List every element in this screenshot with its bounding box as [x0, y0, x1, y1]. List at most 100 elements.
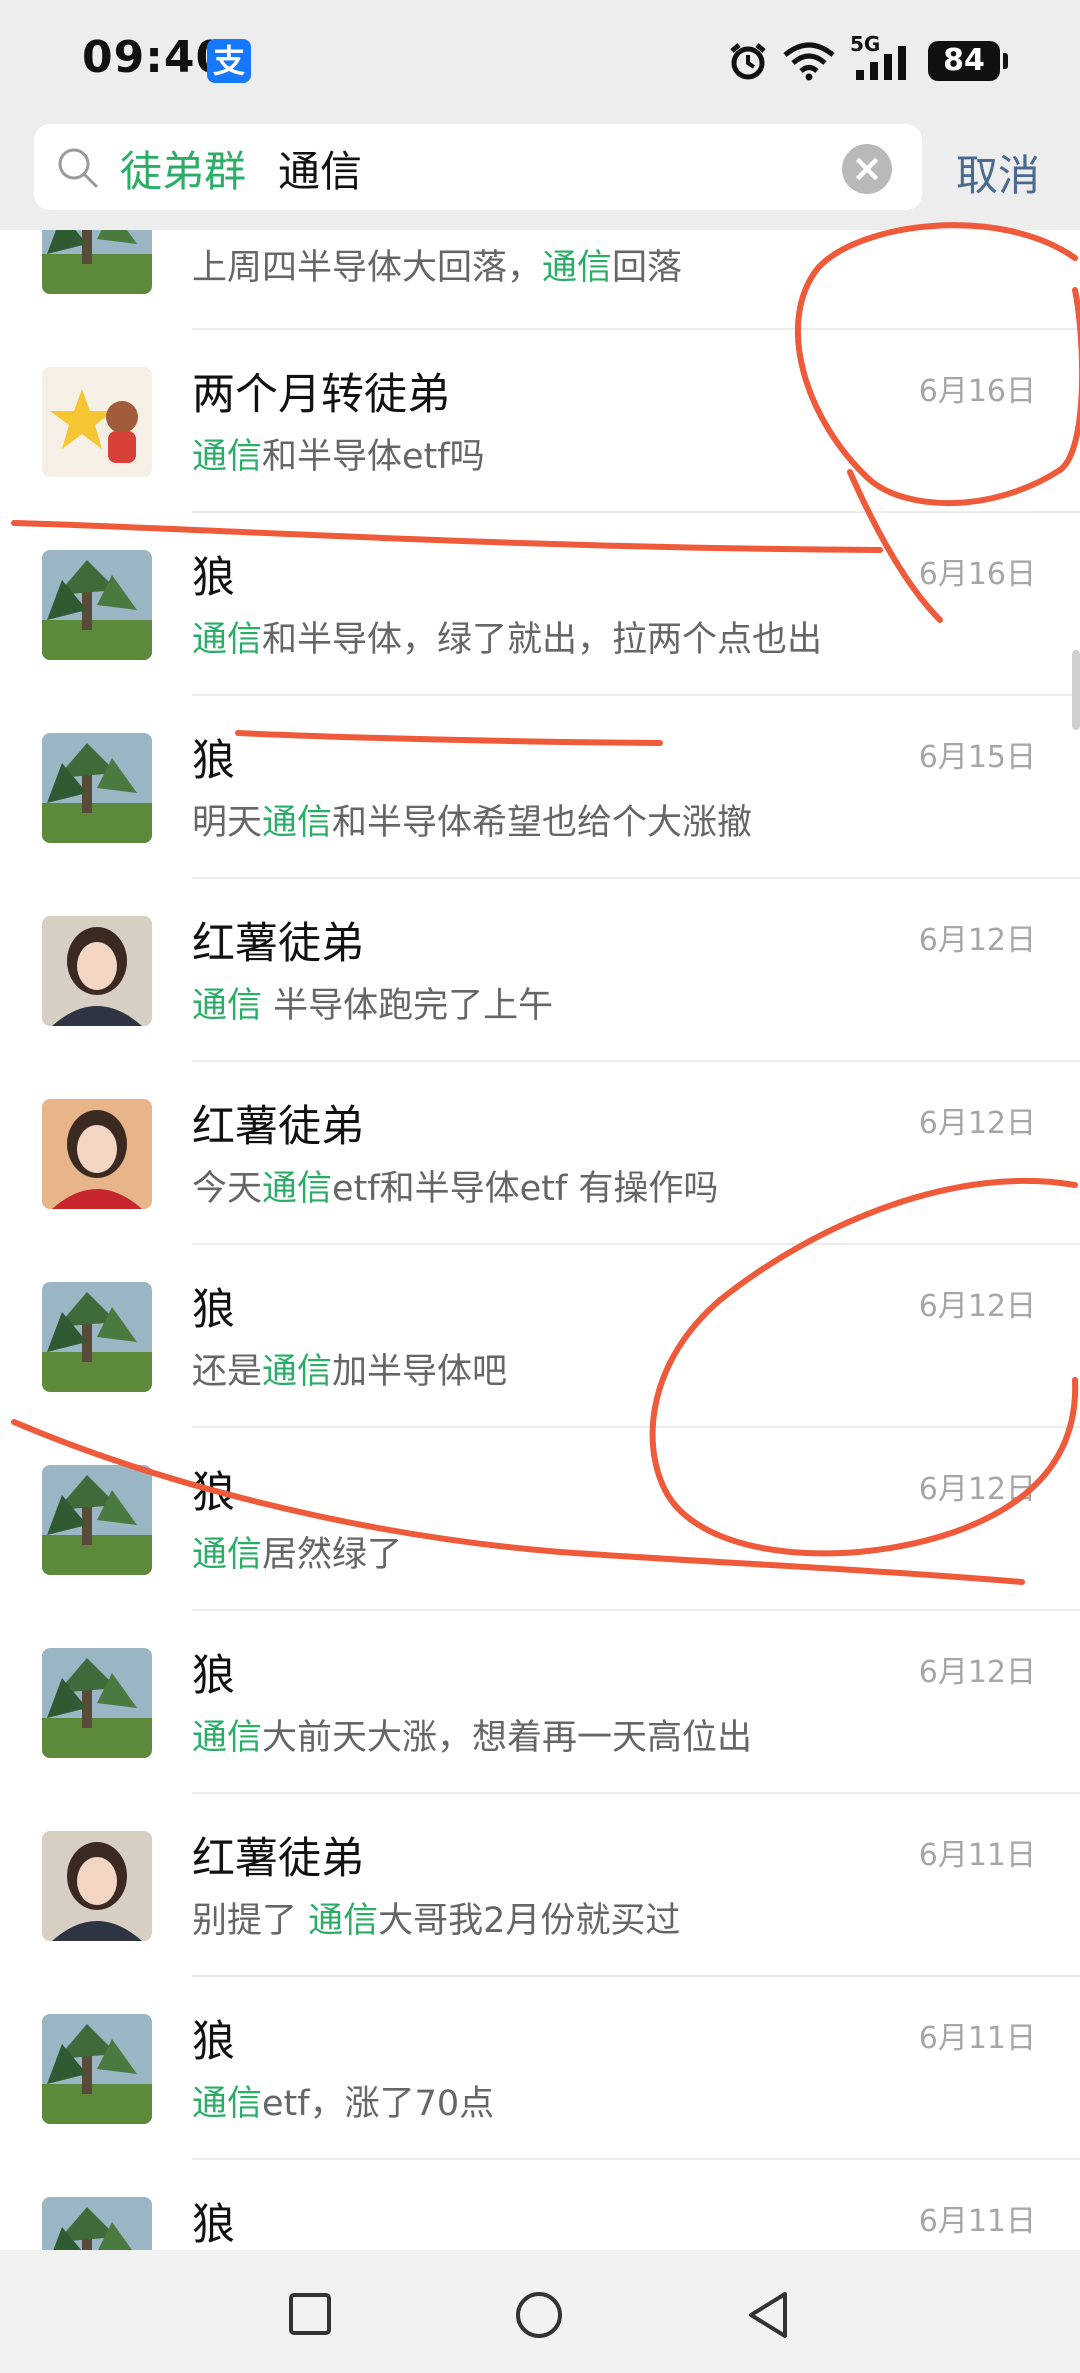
sender-name: 红薯徒弟	[192, 1102, 364, 1152]
result-row[interactable]: 狼通信etf，涨了70点 6月11日	[0, 1977, 1080, 2160]
keyword-highlight: 通信	[262, 803, 333, 843]
sender-name: 红薯徒弟	[192, 919, 364, 969]
message-preview: 通信和半导体，绿了就出，拉两个点也出	[192, 611, 822, 662]
keyword-highlight: 通信	[192, 1718, 263, 1758]
sender-name: 两个月转徒弟	[192, 370, 450, 420]
search-input[interactable]: 徒弟群 通信 ×	[34, 124, 922, 210]
keyword-highlight: 通信	[308, 1901, 379, 1941]
avatar[interactable]	[42, 1465, 152, 1575]
wifi-icon	[783, 42, 835, 81]
message-date: 6月12日	[918, 1289, 1036, 1324]
sender-name: 狼	[192, 1468, 235, 1518]
avatar[interactable]	[42, 1648, 152, 1758]
keyword-highlight: 通信	[192, 1535, 263, 1575]
battery-icon: 84	[928, 41, 1008, 81]
result-row[interactable]: 红薯徒弟今天通信etf和半导体etf 有操作吗 6月12日	[0, 1062, 1080, 1245]
message-text: 今天	[192, 1169, 263, 1209]
keyword-highlight: 通信	[542, 248, 613, 288]
message-text: etf和半导体etf 有操作吗	[332, 1169, 719, 1209]
result-row[interactable]: 狼通信居然绿了 6月12日	[0, 1428, 1080, 1611]
message-preview: 还是通信加半导体吧	[192, 1343, 507, 1394]
result-row[interactable]: 狼明天通信和半导体希望也给个大涨撤 6月15日	[0, 696, 1080, 879]
message-date: 6月12日	[918, 1655, 1036, 1690]
result-row[interactable]: 上周四半导体大回落，通信回落	[0, 230, 1080, 330]
search-results-list: 上周四半导体大回落，通信回落 两个月转徒弟 通信和半导体etf吗 6月16日狼通信和半…	[0, 230, 1080, 2250]
result-row[interactable]: 狼还是通信加半导体吧 6月12日	[0, 1245, 1080, 1428]
avatar[interactable]	[42, 2197, 152, 2250]
keyword-highlight: 通信	[262, 1169, 333, 1209]
alarm-icon	[730, 43, 766, 80]
sender-name: 狼	[192, 736, 235, 786]
message-date: 6月11日	[918, 2204, 1036, 2239]
message-date: 6月12日	[918, 1472, 1036, 1507]
message-text: 还是	[192, 1352, 263, 1392]
message-text: 和半导体希望也给个大涨撤	[332, 803, 753, 843]
message-date: 6月15日	[918, 740, 1036, 775]
recents-button[interactable]	[288, 2292, 332, 2336]
keyword-highlight: 通信	[192, 2084, 263, 2124]
scrollbar[interactable]	[1072, 650, 1080, 730]
home-button[interactable]	[514, 2290, 564, 2340]
sender-name: 狼	[192, 553, 235, 603]
sender-name: 狼	[192, 1285, 235, 1335]
message-text: 明天	[192, 803, 263, 843]
message-preview: 别提了 通信大哥我2月份就买过	[192, 1892, 680, 1943]
message-date: 6月11日	[918, 1838, 1036, 1873]
message-text: 回落	[612, 248, 683, 288]
search-header: 徒弟群 通信 × 取消	[0, 120, 1080, 230]
system-icons: 5G 84	[728, 32, 1008, 88]
message-preview: 通信和半导体etf吗	[192, 428, 485, 479]
avatar[interactable]	[42, 230, 152, 294]
avatar[interactable]	[42, 1831, 152, 1941]
message-preview: 通信etf，涨了70点	[192, 2075, 494, 2126]
message-date: 6月16日	[918, 557, 1036, 592]
search-query[interactable]: 通信	[278, 138, 362, 199]
sender-name: 红薯徒弟	[192, 1834, 364, 1884]
cellular-signal-icon: 5G	[850, 32, 914, 84]
result-row[interactable]: 狼通信大前天大涨，想着再一天高位出 6月12日	[0, 1611, 1080, 1794]
result-row[interactable]: 狼通信和半导体，绿了就出，拉两个点也出 6月16日	[0, 513, 1080, 696]
status-bar: 09:40 支 5G 84	[0, 0, 1080, 120]
search-icon	[58, 148, 98, 188]
result-row[interactable]: 狼 6月11日	[0, 2160, 1080, 2250]
avatar[interactable]	[42, 1282, 152, 1392]
message-preview: 通信大前天大涨，想着再一天高位出	[192, 1709, 752, 1760]
keyword-highlight: 通信	[192, 437, 263, 477]
alipay-icon: 支	[207, 39, 251, 83]
message-date: 6月12日	[918, 923, 1036, 958]
avatar[interactable]	[42, 367, 152, 477]
clear-search-button[interactable]: ×	[842, 144, 892, 194]
sender-name: 狼	[192, 2200, 235, 2250]
cancel-button[interactable]: 取消	[956, 142, 1040, 203]
avatar[interactable]	[42, 1099, 152, 1209]
message-preview: 通信居然绿了	[192, 1526, 402, 1577]
message-preview: 通信 半导体跑完了上午	[192, 977, 553, 1028]
message-text: 大前天大涨，想着再一天高位出	[262, 1718, 753, 1758]
message-date: 6月12日	[918, 1106, 1036, 1141]
message-text: 上周四半导体大回落，	[192, 248, 543, 288]
sender-name: 狼	[192, 1651, 235, 1701]
message-text: 别提了	[192, 1901, 309, 1941]
avatar[interactable]	[42, 733, 152, 843]
result-row[interactable]: 红薯徒弟别提了 通信大哥我2月份就买过 6月11日	[0, 1794, 1080, 1977]
keyword-highlight: 通信	[192, 986, 263, 1026]
avatar[interactable]	[42, 550, 152, 660]
search-scope-tag[interactable]: 徒弟群	[120, 138, 246, 199]
result-row[interactable]: 两个月转徒弟 通信和半导体etf吗 6月16日	[0, 330, 1080, 513]
message-text: 居然绿了	[262, 1535, 403, 1575]
keyword-highlight: 通信	[262, 1352, 333, 1392]
message-preview: 今天通信etf和半导体etf 有操作吗	[192, 1160, 718, 1211]
message-date: 6月16日	[918, 374, 1036, 409]
message-text: 和半导体，绿了就出，拉两个点也出	[262, 620, 823, 660]
back-button[interactable]	[745, 2290, 791, 2340]
status-time: 09:40	[82, 32, 228, 83]
keyword-highlight: 通信	[192, 620, 263, 660]
avatar[interactable]	[42, 916, 152, 1026]
network-type: 5G	[850, 32, 881, 56]
message-text: 和半导体etf吗	[262, 437, 485, 477]
avatar[interactable]	[42, 2014, 152, 2124]
message-preview: 上周四半导体大回落，通信回落	[192, 239, 682, 290]
message-text: 加半导体吧	[332, 1352, 508, 1392]
system-nav-bar	[0, 2250, 1080, 2373]
result-row[interactable]: 红薯徒弟通信 半导体跑完了上午 6月12日	[0, 879, 1080, 1062]
